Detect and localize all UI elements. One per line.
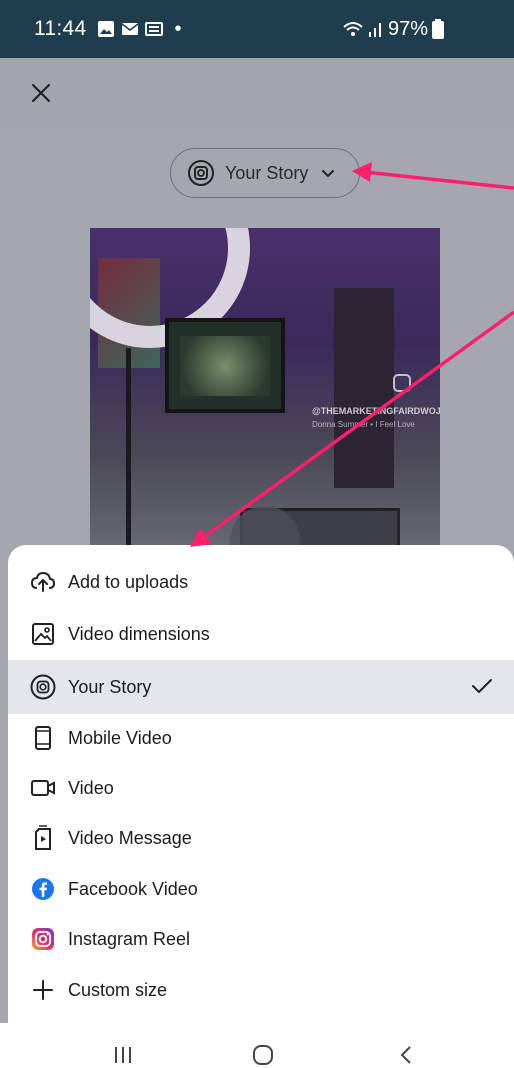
menu-item-facebook-video[interactable]: Facebook Video	[8, 864, 514, 914]
close-button[interactable]	[26, 78, 56, 108]
video-preview: @THEMARKETINGFAIRDWOJE Donna Summer • I …	[90, 228, 440, 558]
instagram-icon	[30, 926, 56, 952]
check-icon	[472, 679, 492, 694]
plus-icon	[30, 977, 56, 1003]
preview-watermark-handle: @THEMARKETINGFAIRDWOJE	[312, 406, 440, 416]
menu-item-video-message[interactable]: Video Message	[8, 813, 514, 863]
image-dimensions-icon	[30, 621, 56, 647]
menu-item-label: Video dimensions	[68, 623, 210, 644]
format-selector-button[interactable]: Your Story	[170, 148, 360, 198]
home-icon[interactable]	[252, 1044, 274, 1066]
menu-item-label: Instagram Reel	[68, 928, 191, 949]
menu-item-label: Custom size	[68, 979, 168, 1000]
top-bar	[0, 58, 514, 128]
cloud-upload-icon	[30, 569, 56, 595]
mail-notification-icon	[121, 23, 138, 35]
back-icon[interactable]	[396, 1044, 418, 1066]
phone-icon	[30, 725, 56, 751]
more-notifications-dot: •	[174, 17, 182, 40]
download-format-sheet: Add to uploads Video dimensions Your Sto…	[8, 545, 514, 1023]
news-notification-icon	[144, 22, 163, 36]
instagram-story-icon	[30, 674, 56, 700]
menu-item-custom-size[interactable]: Custom size	[8, 965, 514, 1015]
menu-item-your-story[interactable]: Your Story	[8, 660, 514, 714]
chevron-down-icon	[322, 170, 335, 178]
menu-item-label: Mobile Video	[68, 727, 172, 748]
video-camera-icon	[30, 775, 56, 801]
menu-item-add-to-uploads[interactable]: Add to uploads	[8, 557, 514, 607]
menu-item-label: Video Message	[68, 827, 192, 848]
format-selector-label: Your Story	[225, 162, 309, 183]
menu-item-label: Your Story	[68, 676, 152, 697]
menu-item-mobile-video[interactable]: Mobile Video	[8, 713, 514, 763]
battery-icon	[432, 19, 444, 39]
instagram-story-icon	[188, 160, 214, 186]
menu-item-label: Facebook Video	[68, 878, 198, 899]
facebook-icon	[30, 876, 56, 902]
preview-instagram-watermark-icon	[393, 374, 411, 392]
wifi-icon	[343, 22, 363, 36]
menu-item-instagram-reel[interactable]: Instagram Reel	[8, 914, 514, 964]
preview-light-stand	[126, 348, 131, 558]
video-message-icon	[30, 825, 56, 851]
status-bar: 11:44 • 97%	[0, 0, 514, 58]
status-time: 11:44	[34, 17, 87, 40]
signal-icon	[368, 23, 381, 37]
menu-item-label: Add to uploads	[68, 571, 189, 592]
image-notification-icon	[97, 21, 114, 37]
menu-item-video-dimensions[interactable]: Video dimensions	[8, 609, 514, 659]
preview-doorway	[334, 288, 394, 488]
close-icon	[31, 83, 51, 103]
preview-tv-screen	[180, 336, 270, 396]
menu-item-label: Video	[68, 777, 114, 798]
recent-apps-icon[interactable]	[112, 1044, 134, 1066]
status-right: 97%	[342, 0, 444, 58]
preview-watermark-caption: Donna Summer • I Feel Love	[312, 420, 415, 429]
menu-item-video[interactable]: Video	[8, 763, 514, 813]
battery-percent: 97%	[387, 17, 428, 40]
notification-icons: •	[97, 18, 182, 41]
